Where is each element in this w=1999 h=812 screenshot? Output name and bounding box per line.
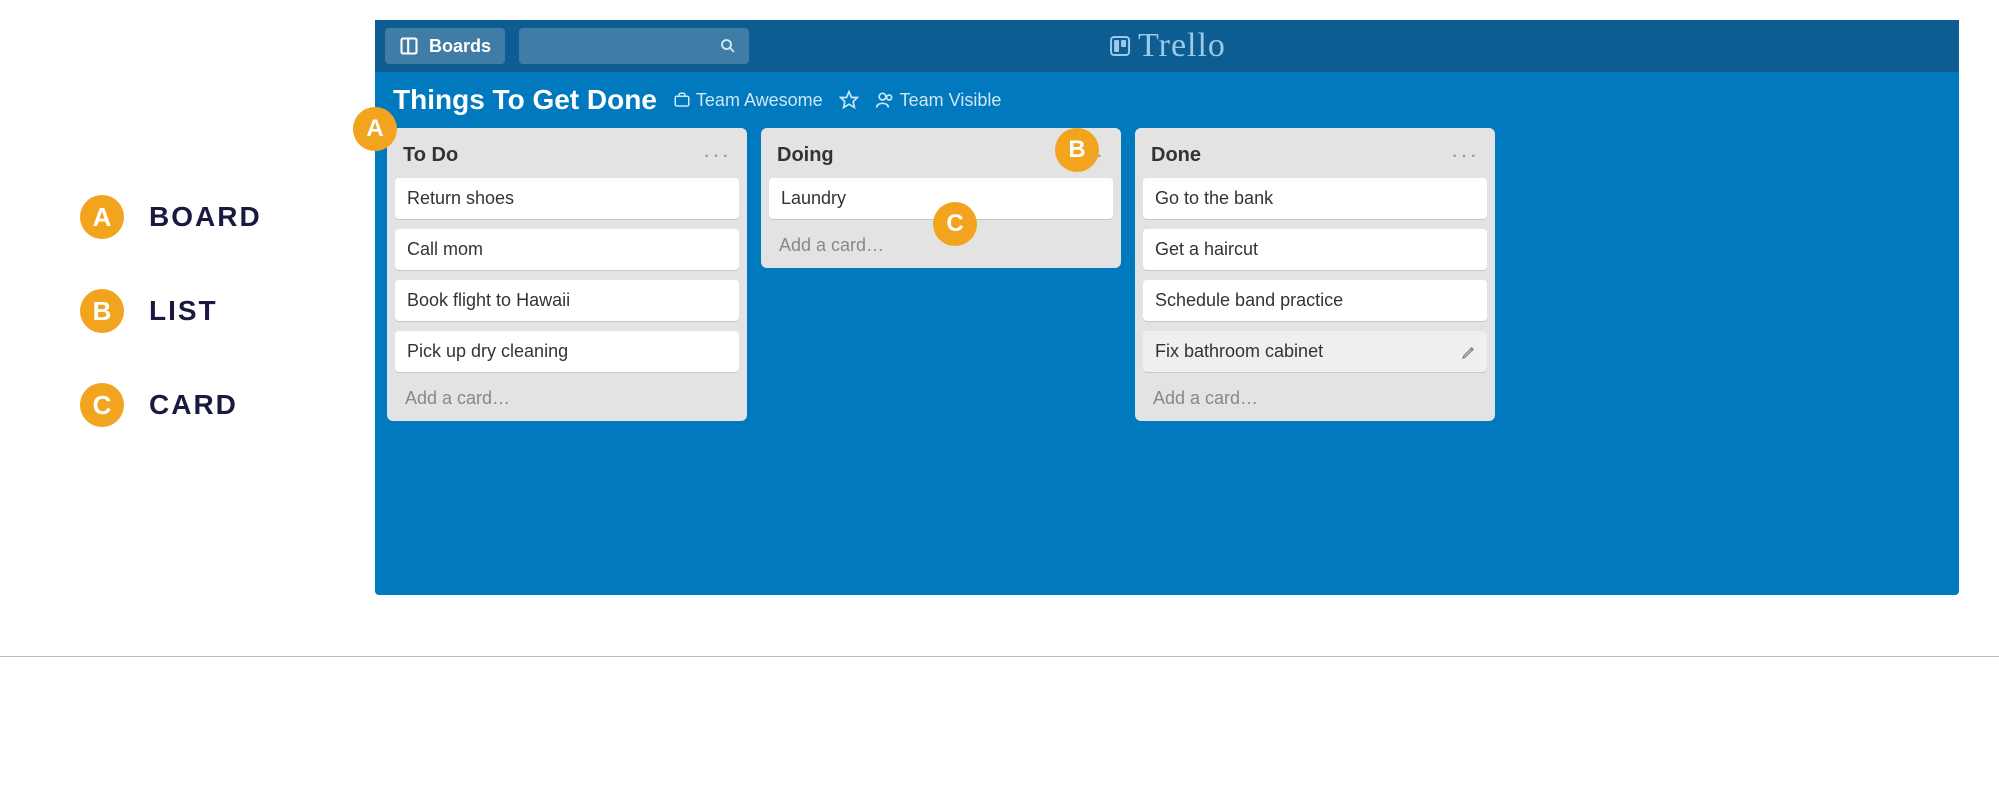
legend-label-board: BOARD (149, 201, 262, 233)
list-done[interactable]: Done ··· Go to the bank Get a haircut Sc… (1135, 128, 1495, 421)
legend-item-list: B LIST (80, 289, 375, 333)
card-title: Fix bathroom cabinet (1155, 341, 1323, 361)
boards-button-label: Boards (429, 36, 491, 57)
add-card-button[interactable]: Add a card… (395, 382, 739, 413)
board-header: Things To Get Done Team Awesome (375, 72, 1959, 128)
list-menu-button[interactable]: ··· (1451, 142, 1479, 168)
legend-item-card: C CARD (80, 383, 375, 427)
briefcase-icon (673, 91, 691, 109)
board-title[interactable]: Things To Get Done (393, 84, 657, 116)
list-todo[interactable]: To Do ··· Return shoes Call mom Book fli… (387, 128, 747, 421)
card-title: Get a haircut (1155, 239, 1258, 259)
overlay-badge-a: A (353, 107, 397, 151)
card-title: Go to the bank (1155, 188, 1273, 208)
pencil-icon[interactable] (1461, 344, 1477, 360)
visibility-label: Team Visible (900, 90, 1002, 111)
card[interactable]: Book flight to Hawaii (395, 280, 739, 321)
team-name: Team Awesome (696, 90, 823, 111)
legend: A BOARD B LIST C CARD (0, 0, 375, 812)
board-icon (399, 36, 419, 56)
search-input[interactable] (519, 28, 749, 64)
star-button[interactable] (839, 90, 859, 110)
card[interactable]: Get a haircut (1143, 229, 1487, 270)
search-icon (719, 37, 737, 55)
legend-item-board: A BOARD (80, 195, 375, 239)
list-header: To Do ··· (395, 138, 739, 178)
brand-icon (1108, 34, 1132, 58)
list-title[interactable]: Doing (777, 144, 834, 167)
card-title: Book flight to Hawaii (407, 290, 570, 310)
divider (0, 656, 1999, 657)
card[interactable]: Go to the bank (1143, 178, 1487, 219)
add-card-button[interactable]: Add a card… (1143, 382, 1487, 413)
card[interactable]: Return shoes (395, 178, 739, 219)
card-title: Pick up dry cleaning (407, 341, 568, 361)
card[interactable]: Fix bathroom cabinet (1143, 331, 1487, 372)
list-title[interactable]: To Do (403, 144, 458, 167)
card[interactable]: Schedule band practice (1143, 280, 1487, 321)
list-header: Done ··· (1143, 138, 1487, 178)
trello-app: A B C Boards (375, 20, 1959, 595)
star-icon (839, 90, 859, 110)
card-title: Schedule band practice (1155, 290, 1343, 310)
card-title: Call mom (407, 239, 483, 259)
legend-badge-a: A (80, 195, 124, 239)
legend-badge-b: B (80, 289, 124, 333)
overlay-badge-c: C (933, 202, 977, 246)
card[interactable]: Pick up dry cleaning (395, 331, 739, 372)
list-title[interactable]: Done (1151, 144, 1201, 167)
overlay-badge-b: B (1055, 128, 1099, 172)
list-menu-button[interactable]: ··· (703, 142, 731, 168)
team-link[interactable]: Team Awesome (673, 90, 823, 111)
brand-logo[interactable]: Trello (1108, 27, 1226, 65)
legend-label-list: LIST (149, 295, 218, 327)
lists-container: To Do ··· Return shoes Call mom Book fli… (375, 128, 1959, 433)
people-icon (875, 90, 895, 110)
visibility-button[interactable]: Team Visible (875, 90, 1002, 111)
card[interactable]: Call mom (395, 229, 739, 270)
legend-label-card: CARD (149, 389, 238, 421)
legend-badge-c: C (80, 383, 124, 427)
card-title: Laundry (781, 188, 846, 208)
topbar: Boards (375, 20, 1959, 72)
card-title: Return shoes (407, 188, 514, 208)
boards-button[interactable]: Boards (385, 28, 505, 64)
brand-name: Trello (1138, 27, 1226, 65)
